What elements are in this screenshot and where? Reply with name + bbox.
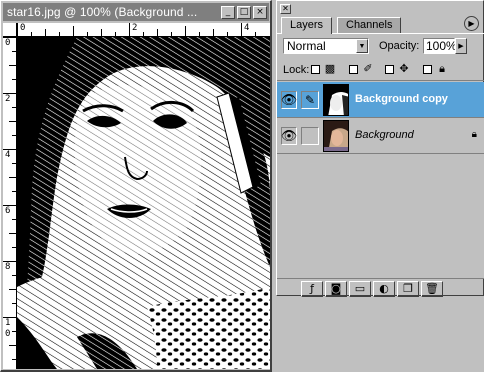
document-title: star16.jpg @ 100% (Background ...: [7, 5, 198, 19]
ruler-v-label: 2: [5, 94, 11, 104]
blend-mode-select[interactable]: Normal ▼: [283, 38, 369, 54]
ruler-v-label: 1: [5, 318, 11, 328]
lock-row: Lock: ▩ ✐ ✥ 🔒︎: [277, 59, 484, 81]
blend-mode-value: Normal: [287, 39, 326, 53]
layer-thumbnail-image: [324, 85, 348, 115]
layer-lock-icon: 🔒︎: [471, 129, 477, 140]
layer-name: Background: [355, 129, 414, 141]
horizontal-ruler[interactable]: 0 2 4: [17, 23, 270, 37]
move-icon: ✥: [399, 62, 409, 75]
lock-pixels-checkbox[interactable]: [349, 65, 358, 74]
layer-row-background-copy[interactable]: 👁︎ ✎ Background copy: [277, 82, 484, 118]
adjustment-layer-icon[interactable]: ◐: [373, 280, 395, 297]
opacity-slider-arrow-icon[interactable]: ▶: [455, 38, 467, 54]
vertical-ruler[interactable]: 0 2 4 6 8 1 0: [3, 37, 17, 369]
opacity-label: Opacity:: [379, 40, 420, 52]
ruler-v-label: 4: [5, 150, 11, 160]
ruler-corner[interactable]: [3, 23, 17, 37]
eye-icon[interactable]: 👁︎: [281, 127, 297, 145]
lock-transparency-checkbox[interactable]: [311, 65, 320, 74]
palette-menu-icon[interactable]: ▶: [464, 16, 479, 31]
layer-style-icon[interactable]: ƒ: [301, 280, 323, 297]
palette-close-icon[interactable]: ✕: [280, 4, 291, 14]
lock-label: Lock:: [283, 64, 310, 76]
transparency-icon: ▩: [324, 62, 336, 75]
eye-icon[interactable]: 👁︎: [281, 91, 297, 109]
new-set-icon[interactable]: ▭: [349, 280, 371, 297]
new-layer-icon[interactable]: ❐: [397, 280, 419, 297]
tab-layers[interactable]: Layers: [281, 17, 333, 34]
ruler-v-label: 6: [5, 206, 11, 216]
ruler-h-label: 0: [20, 23, 26, 33]
layer-row-background[interactable]: 👁︎ Background 🔒︎: [277, 118, 484, 154]
layer-thumbnail: [323, 120, 349, 152]
layer-name: Background copy: [355, 93, 448, 105]
ruler-v-label: 0: [5, 329, 11, 339]
document-titlebar[interactable]: star16.jpg @ 100% (Background ... _ □ ×: [3, 3, 269, 21]
close-button[interactable]: ×: [253, 5, 267, 19]
trash-icon[interactable]: 🗑︎: [421, 280, 443, 297]
lock-icon: 🔒︎: [439, 62, 445, 75]
brush-icon: ✐: [363, 62, 373, 75]
document-window: star16.jpg @ 100% (Background ... _ □ × …: [0, 0, 272, 372]
layers-panel-body: Normal ▼ Opacity: 100% ▶ Lock: ▩ ✐ ✥ 🔒︎ …: [277, 33, 484, 297]
mask-icon[interactable]: ◙: [325, 280, 347, 297]
lock-all-checkbox[interactable]: [423, 65, 432, 74]
minimize-button[interactable]: _: [221, 5, 235, 19]
sketch-portrait-image: [17, 37, 270, 369]
layer-thumbnail: [323, 84, 349, 116]
layer-thumbnail-image: [324, 121, 348, 151]
ruler-v-label: 0: [5, 38, 11, 48]
layers-palette-footer: ƒ ◙ ▭ ◐ ❐ 🗑︎: [277, 278, 484, 298]
ruler-h-label: 2: [132, 23, 138, 33]
opacity-input[interactable]: 100%: [423, 38, 457, 54]
ruler-h-label: 4: [244, 23, 250, 33]
lock-position-checkbox[interactable]: [385, 65, 394, 74]
image-canvas[interactable]: [17, 37, 270, 369]
chevron-down-icon[interactable]: ▼: [356, 39, 368, 53]
palette-titlebar[interactable]: ✕: [277, 1, 484, 17]
brush-icon[interactable]: ✎: [301, 91, 319, 109]
horizontal-ruler-ticks: [17, 23, 256, 37]
ruler-v-label: 8: [5, 262, 11, 272]
brush-slot-empty[interactable]: [301, 127, 319, 145]
layers-palette: ✕ Layers Channels ▶ Normal ▼ Opacity: 10…: [276, 0, 484, 297]
maximize-button[interactable]: □: [237, 5, 251, 19]
tab-channels[interactable]: Channels: [337, 17, 402, 33]
layers-list: 👁︎ ✎ Background copy 👁︎ Background 🔒︎: [277, 82, 484, 278]
